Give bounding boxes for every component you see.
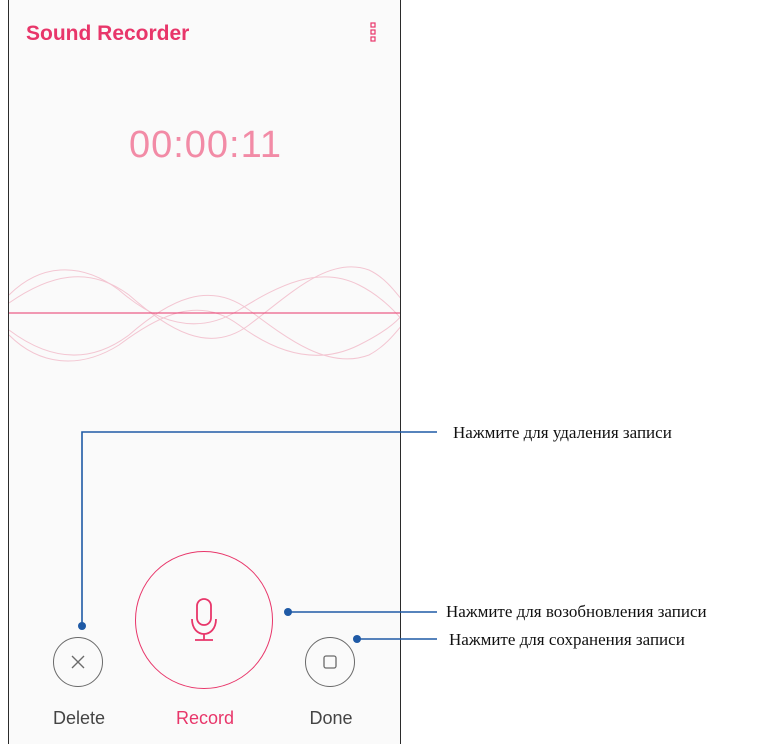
delete-label: Delete bbox=[52, 708, 106, 728]
phone-screen: Sound Recorder 00:00:11 Delete Record Do… bbox=[8, 0, 401, 744]
callout-record: Нажмите для возобновления записи bbox=[446, 602, 707, 621]
record-label: Record bbox=[175, 708, 235, 728]
app-title: Sound Recorder bbox=[26, 22, 190, 45]
delete-button[interactable] bbox=[53, 637, 103, 687]
stop-square-icon bbox=[323, 655, 337, 669]
close-icon bbox=[71, 655, 85, 669]
more-vert-icon[interactable] bbox=[368, 22, 378, 42]
done-button[interactable] bbox=[305, 637, 355, 687]
callout-done: Нажмите для сохранения записи bbox=[449, 630, 685, 649]
record-button[interactable] bbox=[135, 551, 273, 689]
elapsed-time: 00:00:11 bbox=[128, 124, 283, 166]
audio-waveform bbox=[9, 266, 400, 362]
microphone-icon bbox=[191, 598, 217, 641]
callout-delete: Нажмите для удаления записи bbox=[453, 423, 672, 442]
done-label: Done bbox=[309, 708, 353, 728]
